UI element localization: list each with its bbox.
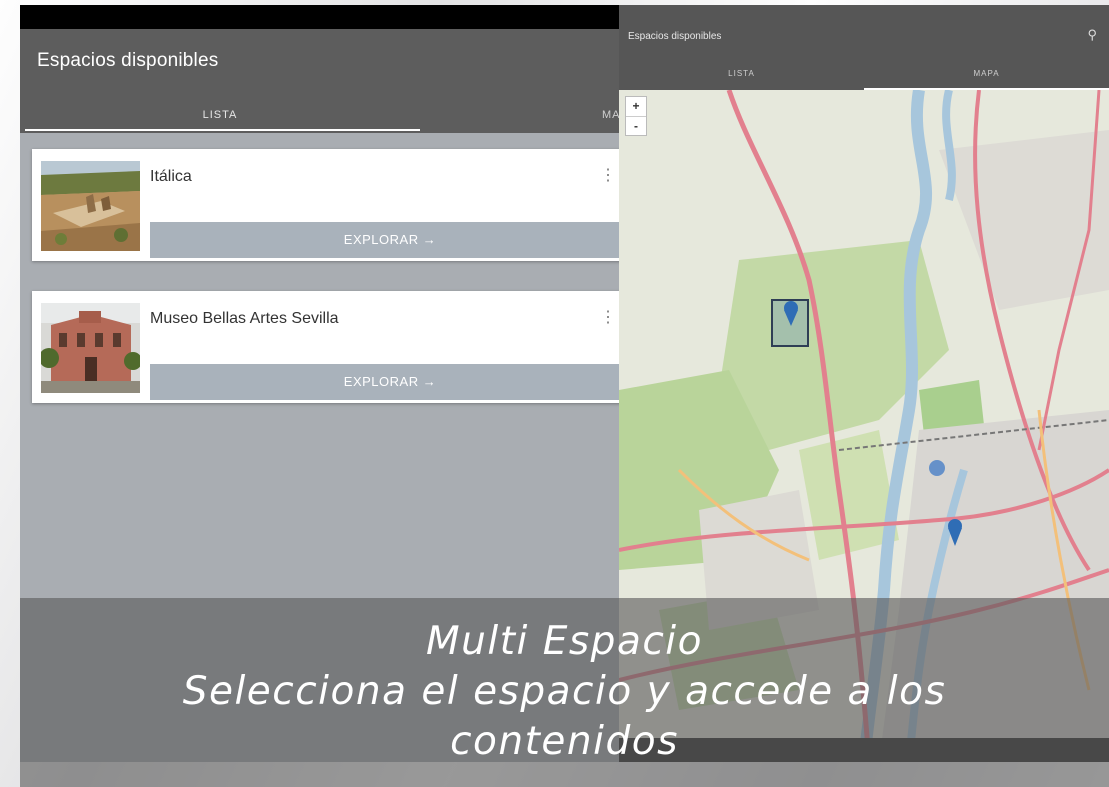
caption-line-3: contenidos (450, 719, 679, 764)
museum-thumbnail (41, 303, 140, 393)
search-icon[interactable]: ⚲ (1087, 27, 1097, 43)
caption-line-1: Multi Espacio (426, 619, 703, 664)
zoom-in-button[interactable]: + (626, 97, 646, 117)
caption-line-2: Selecciona el espacio y accede a los (182, 669, 947, 714)
space-card-museo[interactable]: Museo Bellas Artes Sevilla ⋮ EXPLORAR → (32, 291, 652, 403)
app-bar: Espacios disponibles LISTA MA (20, 29, 665, 133)
app-title: Espacios disponibles (37, 50, 219, 71)
tab-bar: LISTA MA (20, 97, 665, 133)
app-title: Espacios disponibles (628, 31, 722, 42)
tab-bar: LISTA MAPA (619, 57, 1109, 90)
space-title: Museo Bellas Artes Sevilla (150, 310, 339, 327)
space-card-italica[interactable]: Itálica ⋮ EXPLORAR → (32, 149, 652, 261)
promo-caption: Multi Espacio Selecciona el espacio y ac… (20, 617, 1109, 767)
tab-lista[interactable]: LISTA (20, 97, 420, 133)
more-options-icon[interactable]: ⋮ (600, 307, 616, 327)
space-title: Itálica (150, 168, 192, 185)
map-app-bar: Espacios disponibles ⚲ LISTA MAPA (619, 5, 1109, 90)
zoom-control: + - (625, 96, 647, 136)
tab-mapa[interactable]: MAPA (864, 57, 1109, 90)
status-bar (20, 5, 665, 29)
tab-lista[interactable]: LISTA (619, 57, 864, 90)
explore-button[interactable]: EXPLORAR → (150, 364, 630, 400)
zoom-out-button[interactable]: - (626, 117, 646, 136)
more-options-icon[interactable]: ⋮ (600, 165, 616, 185)
italica-thumbnail (41, 161, 140, 251)
explore-button[interactable]: EXPLORAR → (150, 222, 630, 258)
